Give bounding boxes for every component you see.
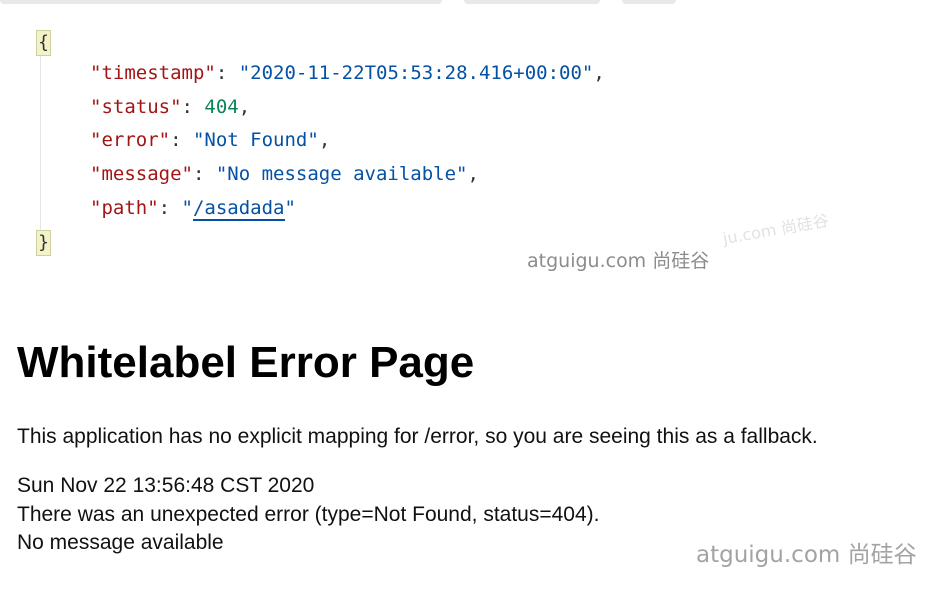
json-value: 404 — [204, 96, 239, 118]
watermark-text: atguigu.com 尚硅谷 — [527, 250, 710, 272]
json-quote: " — [181, 197, 193, 219]
error-message: No message available — [17, 531, 224, 554]
json-separator: : — [192, 163, 216, 185]
json-line-timestamp: "timestamp": "2020-11-22T05:53:28.416+00… — [90, 60, 605, 86]
json-key: "status" — [90, 96, 182, 118]
watermark-text: atguigu.com 尚硅谷 — [696, 542, 917, 568]
json-value: "Not Found" — [192, 129, 319, 151]
toolbar-segment — [464, 0, 600, 4]
json-comma: , — [318, 129, 331, 151]
error-description: This application has no explicit mapping… — [17, 425, 818, 448]
toolbar-segment — [0, 0, 442, 4]
json-comma: , — [593, 62, 605, 84]
json-collapse-rail — [40, 34, 41, 252]
json-separator: : — [181, 96, 205, 118]
json-key: "message" — [90, 163, 193, 185]
json-line-message: "message": "No message available", — [90, 161, 479, 187]
json-separator: : — [170, 129, 193, 151]
toolbar-segment — [622, 0, 676, 4]
page-title: Whitelabel Error Page — [17, 338, 475, 387]
json-line-error: "error": "Not Found", — [90, 127, 330, 153]
json-open-brace[interactable]: { — [36, 30, 51, 56]
json-key: "timestamp" — [90, 62, 216, 84]
json-quote: " — [284, 197, 296, 219]
json-viewer: { "timestamp": "2020-11-22T05:53:28.416+… — [36, 26, 736, 261]
json-comma: , — [467, 163, 479, 185]
path-link[interactable]: /asadada — [192, 197, 285, 221]
json-line-path: "path": "/asadada" — [90, 195, 296, 221]
json-separator: : — [215, 62, 239, 84]
json-value: "2020-11-22T05:53:28.416+00:00" — [238, 62, 594, 84]
json-key: "error" — [90, 129, 171, 151]
watermark-text-faint: ju.com 尚硅谷 — [721, 210, 831, 249]
json-comma: , — [238, 96, 251, 118]
json-key: "path" — [90, 197, 159, 219]
error-details: There was an unexpected error (type=Not … — [17, 503, 600, 526]
json-line-status: "status": 404, — [90, 94, 250, 120]
json-close-brace[interactable]: } — [36, 230, 51, 256]
browser-toolbar-remnant — [0, 0, 949, 4]
json-value: "No message available" — [215, 163, 468, 185]
json-separator: : — [158, 197, 182, 219]
error-timestamp: Sun Nov 22 13:56:48 CST 2020 — [17, 474, 315, 497]
